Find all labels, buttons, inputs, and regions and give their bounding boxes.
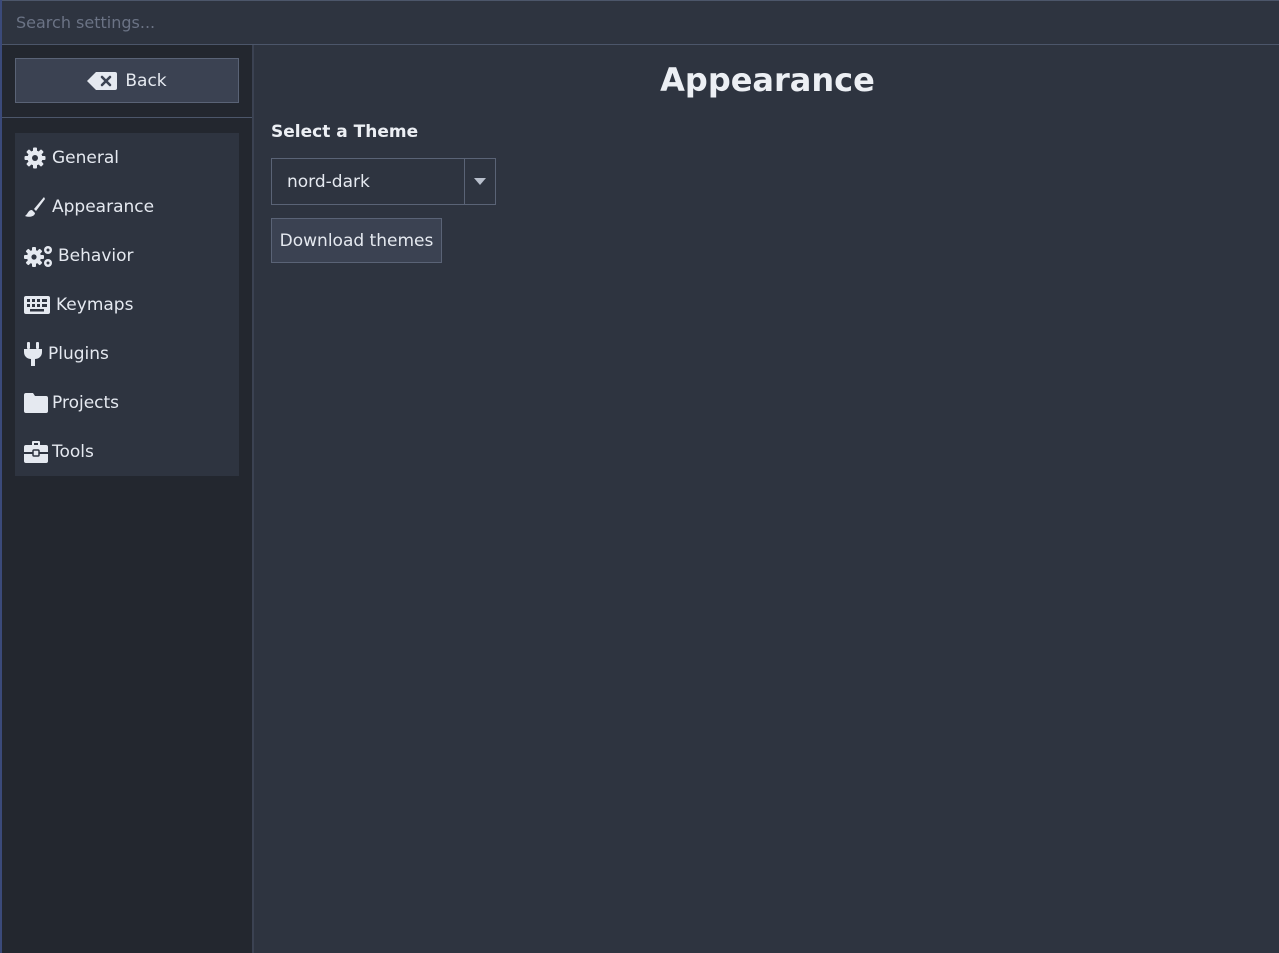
sidebar-item-plugins[interactable]: Plugins [15,329,239,378]
sidebar-item-label: Behavior [58,245,134,266]
backspace-icon [87,71,118,90]
sidebar-item-general[interactable]: General [15,133,239,182]
sidebar: Back General Appearance Behavior Keymaps… [2,45,254,953]
settings-panel: Appearance Select a Theme nord-dark Down… [256,45,1279,953]
keyboard-icon [24,293,54,317]
gear-icon [24,146,50,170]
toolbox-icon [24,440,50,464]
paintbrush-icon [24,195,50,219]
sidebar-item-projects[interactable]: Projects [15,378,239,427]
sidebar-item-label: General [52,147,119,168]
sidebar-item-label: Plugins [48,343,109,364]
chevron-down-icon[interactable] [464,159,495,204]
back-button[interactable]: Back [15,58,239,103]
theme-select[interactable]: nord-dark [271,158,496,205]
sidebar-item-behavior[interactable]: Behavior [15,231,239,280]
back-label: Back [125,70,167,91]
gears-icon [24,244,56,268]
settings-window: Back [0,0,1279,953]
sidebar-item-keymaps[interactable]: Keymaps [15,280,239,329]
page-title: Appearance [660,61,875,99]
sidebar-divider [2,117,252,118]
sidebar-item-tools[interactable]: Tools [15,427,239,476]
folder-icon [24,391,50,415]
download-themes-button[interactable]: Download themes [271,218,442,263]
sidebar-item-label: Projects [52,392,120,413]
sidebar-item-appearance[interactable]: Appearance [15,182,239,231]
theme-section-label: Select a Theme [271,122,419,142]
sidebar-item-label: Keymaps [56,294,134,315]
sidebar-item-label: Appearance [52,196,155,217]
sidebar-item-label: Tools [52,441,94,462]
plug-icon [24,341,46,366]
search-bar [2,0,1279,45]
search-input[interactable] [2,1,1279,44]
settings-nav: General Appearance Behavior Keymaps Plug… [15,133,239,476]
theme-select-value: nord-dark [287,171,370,192]
